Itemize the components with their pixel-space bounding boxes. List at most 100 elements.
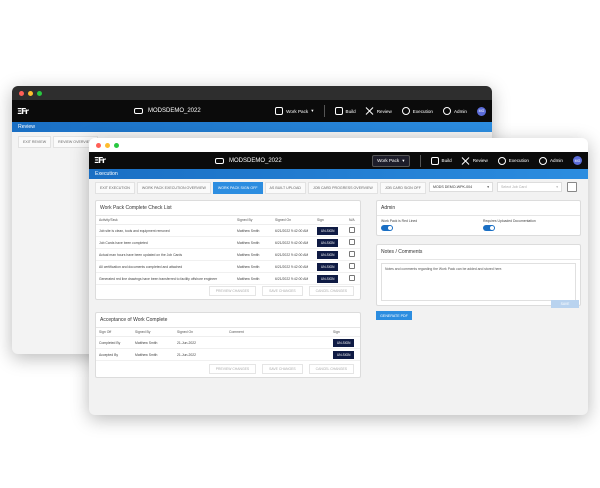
unsign-button[interactable]: UN-SIGN xyxy=(317,238,339,247)
col-comment: Comment xyxy=(226,328,330,337)
col-signed-by: Signed By xyxy=(234,216,272,225)
na-checkbox[interactable] xyxy=(349,239,355,245)
front-project-title: MODSDEMO_2022 xyxy=(215,157,282,164)
col-sign: Sign xyxy=(330,328,360,337)
unsign-button[interactable]: UN-SIGN xyxy=(317,274,339,283)
tab-job-card-progress-overview[interactable]: JOB CARD PROGRESS OVERVIEW xyxy=(307,182,378,194)
minimize-dot-icon[interactable] xyxy=(105,142,110,148)
back-nav-build[interactable]: Build xyxy=(334,107,356,115)
save-changes-button[interactable]: SAVE CHANGES xyxy=(262,286,303,296)
col-signed-on: Signed On xyxy=(174,328,226,337)
build-icon xyxy=(430,156,439,165)
col-sign-off: Sign Off xyxy=(96,328,132,337)
divider xyxy=(419,154,421,167)
front-window: ΞFr MODSDEMO_2022 Work Pack ▾ Build Revi… xyxy=(89,138,588,415)
notes-save-button[interactable]: SAVE xyxy=(551,300,579,308)
nav-review[interactable]: Review xyxy=(462,157,488,165)
acceptance-title: Acceptance of Work Complete xyxy=(96,313,360,328)
unsign-button[interactable]: UN-SIGN xyxy=(317,262,339,271)
nav-workpack-button[interactable]: Work Pack ▾ xyxy=(372,154,410,167)
na-checkbox[interactable] xyxy=(349,251,355,257)
notes-title: Notes / Comments xyxy=(377,245,580,260)
front-appbar: ΞFr MODSDEMO_2022 Work Pack ▾ Build Revi… xyxy=(89,152,588,169)
back-nav-admin[interactable]: Admin xyxy=(442,107,467,115)
back-nav-review[interactable]: Review xyxy=(366,107,392,115)
tab-job-card-sign-off[interactable]: JOB CARD SIGN OFF xyxy=(379,182,426,194)
acceptance-table: Sign Off Signed By Signed On Comment Sig… xyxy=(96,328,360,361)
table-header-row: Activity/Task Signed By Signed On Sign N… xyxy=(96,216,360,225)
tab-workpack-sign-off[interactable]: WORK PACK SIGN OFF xyxy=(212,182,263,194)
job-card-select[interactable]: Select Job Card ▾ xyxy=(497,182,562,192)
maximize-dot-icon[interactable] xyxy=(114,142,119,148)
table-row: All certification and documents complete… xyxy=(96,260,360,273)
table-row: Actual man hours have been updated on th… xyxy=(96,248,360,261)
back-tab-exit-review[interactable]: EXIT REVIEW xyxy=(18,136,52,148)
notes-textarea[interactable]: Notes and comments regarding the Work Pa… xyxy=(381,263,576,301)
review-icon xyxy=(462,157,470,165)
maximize-dot-icon[interactable] xyxy=(37,90,42,96)
preview-changes-button[interactable]: PREVIEW CHANGES xyxy=(208,364,257,374)
redlined-toggle[interactable] xyxy=(381,225,393,231)
back-section-bar: Review xyxy=(12,122,492,132)
workpack-icon xyxy=(275,107,284,115)
print-icon[interactable] xyxy=(567,182,577,192)
front-tabs: EXIT EXECUTION WORK PACK EXECUTION OVERV… xyxy=(95,182,426,194)
docs-toggle[interactable] xyxy=(483,225,495,231)
col-signed-by: Signed By xyxy=(132,328,174,337)
close-dot-icon[interactable] xyxy=(19,90,24,96)
wp-select[interactable]: MODS DEMO-WPK-004 ▾ xyxy=(429,182,493,192)
nav-build[interactable]: Build xyxy=(430,156,452,165)
checklist-title: Work Pack Complete Check List xyxy=(96,201,360,216)
comment-cell[interactable] xyxy=(226,336,330,349)
shield-icon xyxy=(538,156,547,165)
table-row: Job Cards have been completed Matthew Sm… xyxy=(96,236,360,249)
tab-as-built-upload[interactable]: AS BUILT UPLOAD xyxy=(264,182,306,194)
na-checkbox[interactable] xyxy=(349,275,355,281)
col-na: N/A xyxy=(346,216,360,225)
back-nav-workpack[interactable]: Work Pack ▾ xyxy=(275,107,314,115)
na-checkbox[interactable] xyxy=(349,227,355,233)
docs-group: Requires Uploaded Documentation xyxy=(483,219,536,232)
na-checkbox[interactable] xyxy=(349,263,355,269)
back-titlebar xyxy=(12,86,492,100)
admin-title: Admin xyxy=(377,201,580,216)
back-nav-execution[interactable]: Execution xyxy=(401,107,433,115)
save-changes-button[interactable]: SAVE CHANGES xyxy=(262,364,303,374)
preview-changes-button[interactable]: PREVIEW CHANGES xyxy=(208,286,257,296)
tab-workpack-execution-overview[interactable]: WORK PACK EXECUTION OVERVIEW xyxy=(136,182,211,194)
tab-exit-execution[interactable]: EXIT EXECUTION xyxy=(95,182,135,194)
cancel-changes-button[interactable]: CANCEL CHANGES xyxy=(308,364,354,374)
unsign-button[interactable]: UN-SIGN xyxy=(317,250,339,259)
minimize-dot-icon[interactable] xyxy=(28,90,33,96)
avatar[interactable]: MG xyxy=(477,106,486,116)
admin-panel: Admin Work Pack is Red Lined Requires Up… xyxy=(376,200,581,236)
chevron-down-icon: ▾ xyxy=(556,185,558,189)
review-icon xyxy=(366,107,374,115)
redlined-label: Work Pack is Red Lined xyxy=(381,219,418,223)
generate-pdf-button[interactable]: GENERATE PDF xyxy=(376,311,412,320)
unsign-button[interactable]: UN-SIGN xyxy=(333,338,355,347)
unsign-button[interactable]: UN-SIGN xyxy=(333,350,355,359)
cancel-changes-button[interactable]: CANCEL CHANGES xyxy=(308,286,354,296)
unsign-button[interactable]: UN-SIGN xyxy=(317,226,339,235)
checklist-table: Activity/Task Signed By Signed On Sign N… xyxy=(96,216,360,285)
plant-icon xyxy=(134,108,143,114)
avatar[interactable]: MG xyxy=(573,156,582,165)
build-icon xyxy=(334,107,343,115)
comment-cell[interactable] xyxy=(226,348,330,361)
nav-execution[interactable]: Execution xyxy=(497,156,529,165)
col-signed-on: Signed On xyxy=(272,216,314,225)
front-nav: Work Pack ▾ Build Review Execution Admin… xyxy=(372,154,582,167)
shield-icon xyxy=(442,107,451,115)
notes-panel: Notes / Comments Notes and comments rega… xyxy=(376,244,581,306)
nav-admin[interactable]: Admin xyxy=(538,156,563,165)
acceptance-panel: Acceptance of Work Complete Sign Off Sig… xyxy=(95,312,361,378)
front-section-bar: Execution xyxy=(89,169,588,179)
checklist-panel: Work Pack Complete Check List Activity/T… xyxy=(95,200,361,300)
divider xyxy=(323,105,325,117)
logo-icon: ΞFr xyxy=(17,106,29,116)
close-dot-icon[interactable] xyxy=(96,142,101,148)
table-row: Completed By Matthew Smith 21-Jun-2022 U… xyxy=(96,336,360,349)
plant-icon xyxy=(215,157,224,164)
docs-label: Requires Uploaded Documentation xyxy=(483,219,536,223)
